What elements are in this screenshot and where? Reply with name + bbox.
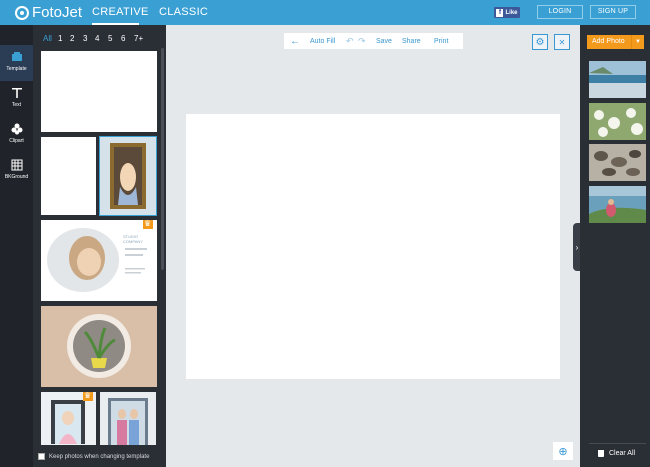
login-button[interactable]: LOGIN: [537, 5, 583, 19]
filter-1[interactable]: 1: [58, 34, 62, 43]
couple-frame-image: [100, 137, 156, 215]
add-photo-button[interactable]: Add Photo ▼: [587, 35, 644, 49]
tool-background[interactable]: BKGround: [0, 153, 33, 189]
filter-4[interactable]: 4: [95, 34, 99, 43]
redo-icon[interactable]: ↷: [358, 36, 366, 47]
filter-2[interactable]: 2: [70, 34, 74, 43]
tool-template-label: Template: [6, 66, 27, 72]
photo-stones[interactable]: [589, 144, 646, 181]
template-thumb-girl-portrait-title: STUDIO COMPANY: [123, 234, 143, 244]
undo-icon[interactable]: ↶: [346, 36, 354, 47]
keep-photos-option[interactable]: Keep photos when changing template: [38, 453, 149, 460]
tab-creative[interactable]: CREATIVE: [92, 0, 148, 25]
template-icon: [11, 52, 22, 61]
background-icon: [11, 159, 22, 171]
premium-crown-icon: [83, 391, 93, 401]
clear-all-button[interactable]: Clear All: [598, 450, 635, 457]
auto-fill-button[interactable]: Auto Fill: [310, 38, 335, 45]
clipart-icon: [11, 123, 22, 135]
photo-beach[interactable]: [589, 61, 646, 98]
template-thumb-blank-tall[interactable]: [41, 137, 96, 215]
zoom-icon[interactable]: ⊕: [553, 442, 573, 460]
facebook-icon: f: [496, 8, 504, 17]
text-icon: [11, 88, 22, 98]
print-button[interactable]: Print: [434, 38, 448, 45]
add-photo-label: Add Photo: [592, 38, 625, 45]
tool-background-label: BKGround: [4, 174, 29, 180]
signup-button[interactable]: SIGN UP: [590, 5, 636, 19]
photo-flowers[interactable]: [589, 103, 646, 140]
template-scrollbar[interactable]: [161, 48, 164, 270]
photo-panel-divider: [589, 443, 646, 444]
filter-3[interactable]: 3: [83, 34, 87, 43]
keep-photos-checkbox[interactable]: [38, 453, 45, 460]
close-icon[interactable]: ✕: [554, 34, 570, 50]
save-button[interactable]: Save: [376, 38, 392, 45]
filter-5[interactable]: 5: [108, 34, 112, 43]
facebook-like-label: Like: [505, 9, 518, 16]
settings-gear-icon[interactable]: ⚙: [532, 34, 548, 50]
chevron-down-icon[interactable]: ▼: [631, 35, 644, 49]
girl-portrait-image: [41, 220, 157, 301]
tool-clipart[interactable]: Clipart: [0, 117, 33, 153]
clear-all-label: Clear All: [609, 450, 636, 457]
tool-template[interactable]: Template: [0, 45, 33, 81]
filter-all[interactable]: All: [43, 34, 52, 43]
template-thumb-girl-frame[interactable]: [41, 391, 96, 445]
facebook-like-button[interactable]: f Like: [494, 7, 520, 18]
design-canvas[interactable]: [186, 114, 560, 379]
template-thumb-plant-cup[interactable]: [41, 306, 157, 387]
fotojet-logo[interactable]: FotoJet: [15, 4, 82, 21]
tab-classic[interactable]: CLASSIC: [159, 0, 208, 25]
tool-text[interactable]: Text: [0, 81, 33, 117]
keep-photos-label: Keep photos when changing template: [49, 453, 150, 460]
plant-cup-image: [41, 306, 157, 387]
tool-text-label: Text: [11, 102, 22, 108]
photo-woman-coast[interactable]: [589, 186, 646, 223]
back-arrow-icon[interactable]: ←: [290, 36, 300, 47]
template-thumb-couple-frame[interactable]: [99, 136, 157, 216]
filter-6[interactable]: 6: [121, 34, 125, 43]
filter-7-plus[interactable]: 7+: [134, 34, 143, 43]
template-thumb-blank-wide[interactable]: [41, 51, 157, 132]
logo-text: FotoJet: [32, 4, 83, 21]
share-button[interactable]: Share: [402, 38, 421, 45]
logo-icon: [15, 5, 29, 20]
edit-toolbar: ← Auto Fill ↶ ↷ Save Share Print: [284, 33, 463, 49]
template-thumb-girl-portrait[interactable]: STUDIO COMPANY: [41, 219, 157, 301]
premium-crown-icon: [143, 219, 153, 229]
tool-clipart-label: Clipart: [9, 138, 24, 144]
trash-icon: [598, 450, 604, 457]
template-thumb-family-frame[interactable]: [100, 392, 156, 445]
family-frame-image: [100, 392, 156, 445]
